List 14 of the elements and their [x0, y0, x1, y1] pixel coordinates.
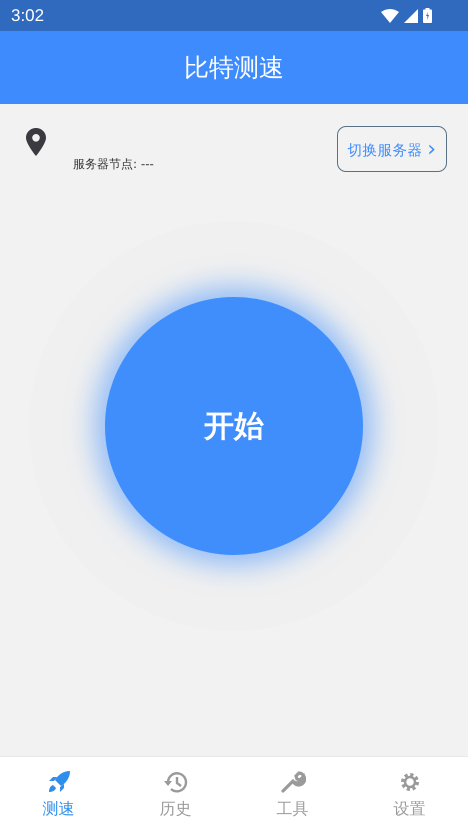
server-node-label: 服务器节点: ---	[73, 156, 154, 173]
wrench-icon	[280, 769, 306, 795]
nav-tab[interactable]: 设置	[351, 757, 468, 832]
nav-tab[interactable]: 历史	[117, 757, 234, 832]
nav-tab[interactable]: 测速	[0, 757, 117, 832]
switch-server-button[interactable]: 切换服务器 ›	[336, 126, 447, 172]
app-title: 比特测速	[184, 52, 284, 84]
battery-icon	[423, 8, 432, 23]
status-time: 3:02	[11, 6, 44, 26]
wifi-icon	[381, 8, 399, 22]
location-pin-icon	[26, 128, 46, 156]
history-icon	[162, 769, 188, 795]
nav-tab[interactable]: 工具	[234, 757, 351, 832]
signal-icon	[404, 8, 418, 22]
